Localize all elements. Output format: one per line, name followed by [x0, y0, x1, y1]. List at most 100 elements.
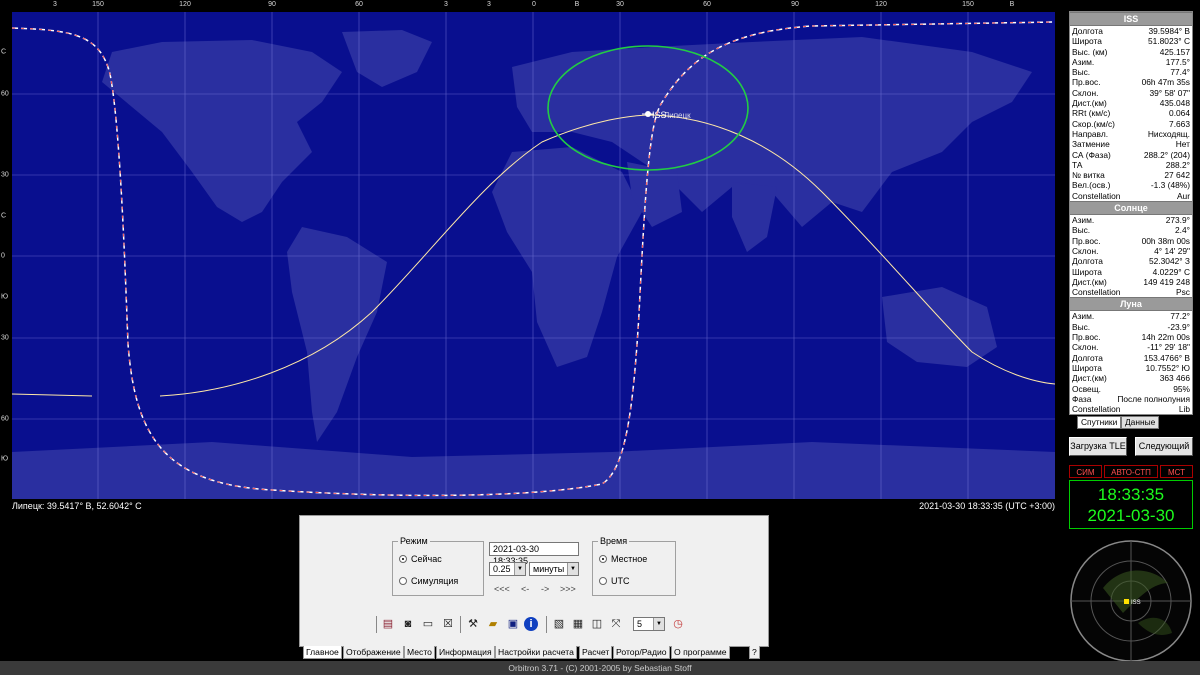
lat-tick: 0 — [1, 252, 5, 260]
split-layout-icon[interactable]: ◫ — [589, 616, 605, 632]
lon-tick: 30 — [616, 1, 624, 8]
lon-tick: 60 — [703, 1, 711, 8]
sun-row-label: Constellation — [1072, 287, 1121, 298]
moon-row-label: Освещ. — [1072, 383, 1101, 394]
minimize-icon[interactable]: ▭ — [420, 616, 436, 632]
clock-tab-auto[interactable]: АВТО-СТП — [1104, 465, 1158, 478]
time-group-title: Время — [598, 536, 630, 546]
lat-tick: Ю — [1, 455, 9, 463]
tab-satellites[interactable]: Спутники — [1077, 416, 1122, 429]
tab-information[interactable]: Информация — [436, 646, 495, 659]
iss-row-label: Азим. — [1072, 56, 1095, 67]
sun-row-value: 4.0229° С — [1152, 266, 1190, 277]
tab-about[interactable]: О программе — [671, 646, 730, 659]
tab-location[interactable]: Место — [404, 646, 435, 659]
tab-data[interactable]: Данные — [1121, 416, 1160, 429]
iss-row-label: Широта — [1072, 36, 1102, 47]
iss-row-value: 435.048 — [1159, 98, 1190, 109]
zoom-select[interactable]: 5 ▼ — [633, 617, 665, 631]
step-fast-back-button[interactable]: <<< — [494, 584, 510, 594]
lat-tick: С — [1, 48, 7, 56]
close-window-icon[interactable]: ☒ — [440, 616, 456, 632]
moon-row-label: Пр.вос. — [1072, 332, 1101, 343]
save-icon[interactable]: ▣ — [505, 616, 521, 632]
next-button[interactable]: Следующий — [1135, 437, 1193, 456]
moon-row: Долгота 153.4766° В — [1070, 353, 1192, 363]
mode-group-title: Режим — [398, 536, 430, 546]
iss-row: RRt (км/с) 0.064 — [1070, 108, 1192, 118]
world-map[interactable]: ISS Липецк — [12, 12, 1055, 499]
iss-row: ТА 288.2° — [1070, 160, 1192, 170]
clock-tab-sim[interactable]: СИМ — [1069, 465, 1102, 478]
info-icon[interactable]: i — [524, 617, 538, 631]
iss-row-value: 288.2° (204) — [1143, 149, 1190, 160]
sun-row: Constellation Psc — [1070, 287, 1192, 297]
window-layout-icon[interactable]: ▧ — [551, 616, 567, 632]
moon-row-value: -23.9° — [1167, 321, 1190, 332]
step-unit-select[interactable]: минуты ▼ — [529, 562, 579, 576]
moon-row: Освещ. 95% — [1070, 384, 1192, 394]
clock-icon[interactable]: ◷ — [670, 616, 686, 632]
iss-row-label: Пр.вос. — [1072, 77, 1101, 88]
map-datetime: 2021-03-30 18:33:35 (UTC +3:00) — [919, 501, 1055, 511]
lon-tick: 3 — [487, 1, 491, 8]
lat-tick: С — [1, 212, 7, 220]
tools-icon[interactable]: ⚒ — [465, 616, 481, 632]
window-title: Orbitron 3.71 - (C) 2001-2005 by Sebasti… — [0, 661, 1200, 675]
clock-tab-local[interactable]: МСТ — [1160, 465, 1193, 478]
iss-row: Широта 51.8023° С — [1070, 36, 1192, 46]
grid-layout-icon[interactable]: ▦ — [570, 616, 586, 632]
fullscreen-icon[interactable]: ⤧ — [608, 616, 624, 632]
time-utc-radio[interactable]: UTC — [599, 576, 630, 586]
tab-display[interactable]: Отображение — [343, 646, 404, 659]
iss-row-value: Aur — [1176, 190, 1190, 201]
tab-help[interactable]: ? — [749, 646, 760, 659]
load-tle-button[interactable]: Загрузка TLE — [1069, 437, 1127, 456]
moon-row-value: 77.2° — [1170, 311, 1190, 322]
moon-row-value: 363 466 — [1159, 373, 1190, 384]
sun-row: Долгота 52.3042° З — [1070, 256, 1192, 266]
open-folder-icon[interactable]: ▰ — [485, 616, 501, 632]
clock-date: 2021-03-30 — [1087, 506, 1175, 525]
moon-row: Фаза После полнолуния — [1070, 394, 1192, 404]
tab-rotor-radio[interactable]: Ротор/Радио — [613, 646, 670, 659]
iss-row-value: 0.064 — [1169, 108, 1190, 119]
iss-row: Constellation Aur — [1070, 191, 1192, 201]
chevron-down-icon: ▼ — [567, 563, 578, 575]
lon-tick: 150 — [92, 1, 104, 8]
moon-row-label: Азим. — [1072, 311, 1095, 322]
lat-tick: 30 — [1, 171, 9, 179]
sun-row-label: Пр.вос. — [1072, 235, 1101, 246]
moon-row: Выс. -23.9° — [1070, 322, 1192, 332]
lon-tick: 90 — [791, 1, 799, 8]
iss-row-value: 51.8023° С — [1148, 36, 1190, 47]
radio-selected-icon — [399, 555, 407, 563]
iss-row-value: 288.2° — [1165, 159, 1190, 170]
moon-row-value: После полнолуния — [1117, 393, 1190, 404]
tab-calc-settings[interactable]: Настройки расчета — [495, 646, 577, 659]
mode-sim-radio[interactable]: Симуляция — [399, 576, 458, 586]
mode-now-radio[interactable]: Сейчас — [399, 554, 442, 564]
iss-row-value: 425.157 — [1159, 46, 1190, 57]
time-local-radio[interactable]: Местное — [599, 554, 647, 564]
step-forward-button[interactable]: -> — [541, 584, 549, 594]
iss-row-label: Дист.(км) — [1072, 98, 1107, 109]
moon-row-label: Долгота — [1072, 352, 1103, 363]
iss-section-title: ISS — [1070, 12, 1192, 26]
tab-main[interactable]: Главное — [303, 646, 342, 659]
step-back-button[interactable]: <- — [521, 584, 529, 594]
datetime-field[interactable]: 2021-03-30 18:33:35 — [489, 542, 579, 566]
lon-tick: 150 — [962, 1, 974, 8]
sun-row-label: Склон. — [1072, 245, 1099, 256]
iss-row-label: Склон. — [1072, 87, 1099, 98]
books-icon[interactable]: ▤ — [380, 616, 396, 632]
step-value-select[interactable]: 0.25 ▼ — [489, 562, 526, 576]
iss-row-value: -1.3 (48%) — [1150, 180, 1190, 191]
camera-icon[interactable]: ◙ — [400, 616, 416, 632]
moon-row-value: -11° 29' 18" — [1147, 342, 1190, 353]
iss-row-value: 06h 47m 35s — [1141, 77, 1190, 88]
tab-calculation[interactable]: Расчет — [579, 646, 613, 659]
step-fast-forward-button[interactable]: >>> — [560, 584, 576, 594]
latitude-scale: С 60 30 С 0 Ю 30 60 Ю — [0, 12, 12, 499]
sun-row-label: Широта — [1072, 266, 1102, 277]
